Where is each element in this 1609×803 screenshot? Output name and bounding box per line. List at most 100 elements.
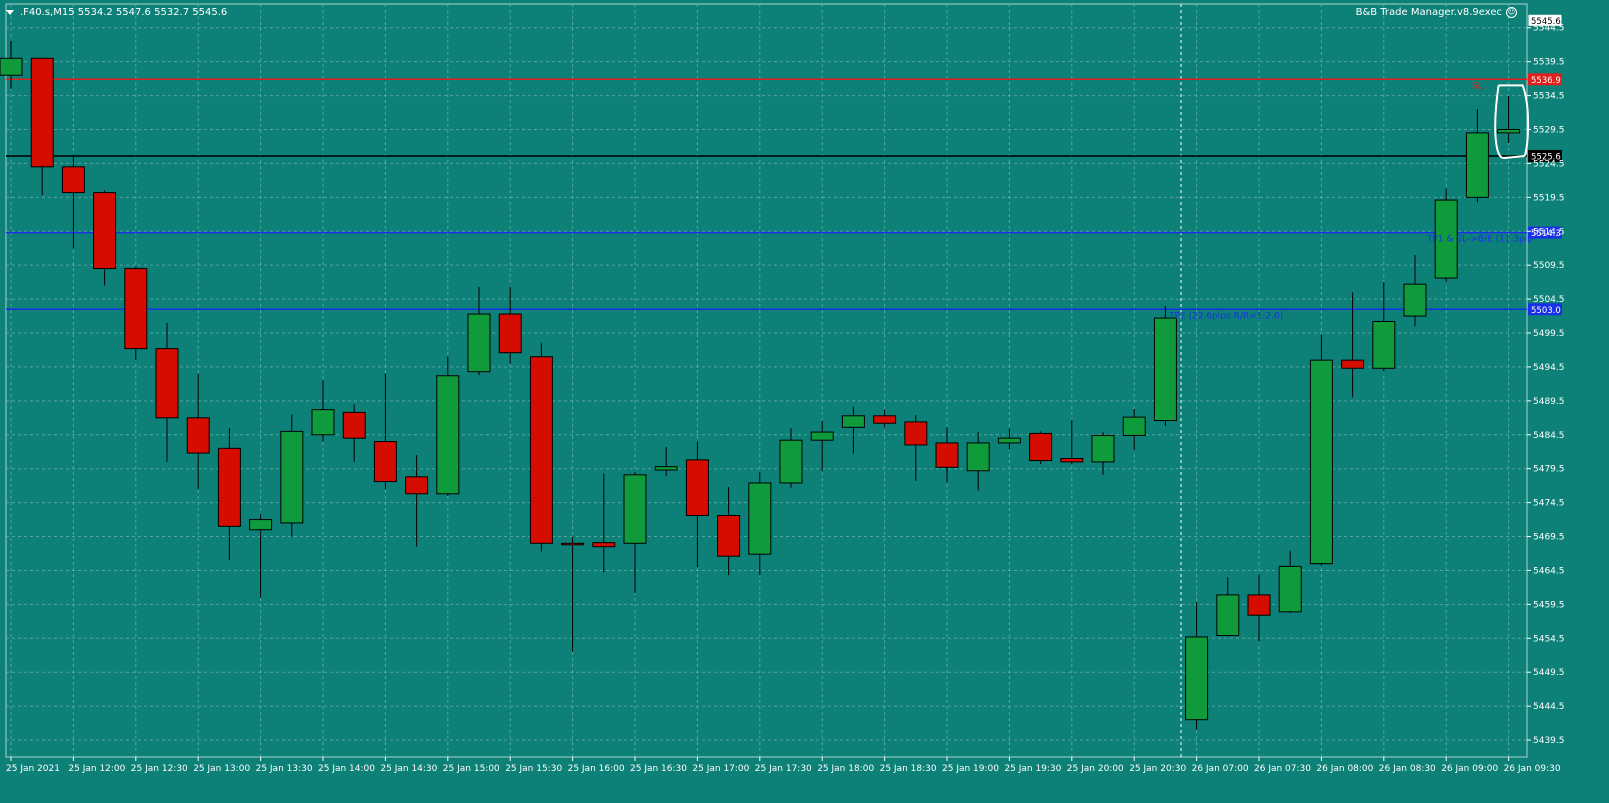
candle-body: [498, 313, 522, 354]
candle-body: [1372, 320, 1396, 369]
candle-body: [623, 474, 647, 544]
x-tick-label: 25 Jan 13:30: [256, 764, 313, 774]
y-tick-label: 5519.5: [1533, 193, 1565, 203]
candle-body: [561, 542, 585, 546]
candle-body: [467, 313, 491, 373]
candle-body: [935, 442, 959, 468]
x-tick-label: 25 Jan 2021: [6, 764, 60, 774]
candlestick-chart[interactable]: 5536.95525.65514.35503.05545.6 5544.5553…: [0, 0, 1609, 803]
y-tick-label: 5499.5: [1533, 329, 1565, 339]
candle-body: [155, 348, 179, 419]
candle-body: [1153, 317, 1177, 422]
candle-body: [373, 441, 397, 483]
y-tick-label: 5474.5: [1533, 499, 1565, 509]
expert-advisor-label[interactable]: B&B Trade Manager.v8.9exec ☺: [1356, 7, 1517, 18]
candle-body: [186, 417, 210, 454]
candle-body: [810, 431, 834, 441]
candle-body: [342, 411, 366, 439]
candle-body: [654, 466, 678, 471]
candle-body: [529, 356, 553, 544]
y-tick-label: 5469.5: [1533, 533, 1565, 543]
candle-body: [966, 442, 990, 472]
x-tick-label: 25 Jan 16:00: [568, 764, 625, 774]
candle-body: [1029, 432, 1053, 462]
chevron-down-icon[interactable]: [6, 10, 14, 15]
y-tick-label: 5489.5: [1533, 397, 1565, 407]
candle-body: [249, 519, 273, 531]
x-tick-label: 26 Jan 08:30: [1379, 764, 1436, 774]
y-tick-label: 5459.5: [1533, 600, 1565, 610]
candle-body: [1309, 359, 1333, 565]
smiley-icon: ☺: [1506, 7, 1517, 18]
x-tick-label: 25 Jan 17:30: [755, 764, 812, 774]
symbol-header[interactable]: .F40.s,M15 5534.2 5547.6 5532.7 5545.6: [6, 7, 227, 18]
candle-body: [30, 57, 54, 168]
candle-body: [405, 476, 429, 495]
candle-body: [1341, 359, 1365, 369]
level-price-label-sl: 5536.9: [1531, 76, 1561, 86]
candle-body: [61, 166, 85, 194]
x-tick-label: 26 Jan 07:00: [1192, 764, 1249, 774]
level-note-sl: SL: [1472, 81, 1483, 91]
symbol-ohlc-text: .F40.s,M15 5534.2 5547.6 5532.7 5545.6: [20, 7, 228, 18]
candle-body: [93, 192, 117, 270]
candle-body: [436, 375, 460, 495]
candle-body: [1060, 458, 1084, 463]
y-tick-label: 5514.5: [1533, 227, 1565, 237]
level-note-tp2: TP2 (22.6pips R/R=1:2.0): [1168, 311, 1283, 321]
candle-body: [1403, 283, 1427, 317]
y-tick-label: 5494.5: [1533, 363, 1565, 373]
x-tick-label: 25 Jan 18:30: [880, 764, 937, 774]
y-tick-label: 5539.5: [1533, 58, 1565, 68]
expert-advisor-name: B&B Trade Manager.v8.9exec: [1355, 7, 1502, 18]
x-tick-label: 25 Jan 14:30: [380, 764, 437, 774]
y-tick-label: 5524.5: [1533, 159, 1565, 169]
x-tick-label: 26 Jan 08:00: [1316, 764, 1373, 774]
y-tick-label: 5534.5: [1533, 92, 1565, 102]
candle-body: [1091, 434, 1115, 463]
candle-body: [1122, 416, 1146, 436]
candle-body: [124, 268, 148, 350]
candle-body: [904, 421, 928, 446]
x-tick-label: 26 Jan 09:00: [1441, 764, 1498, 774]
y-tick-label: 5464.5: [1533, 566, 1565, 576]
candle-body: [1247, 594, 1271, 616]
candle-body: [748, 482, 772, 555]
y-tick-label: 5449.5: [1533, 668, 1565, 678]
y-tick-label: 5439.5: [1533, 736, 1565, 746]
candle-body: [1185, 636, 1209, 721]
y-tick-label: 5529.5: [1533, 126, 1565, 136]
x-tick-label: 25 Jan 12:30: [131, 764, 188, 774]
candle-body: [997, 437, 1021, 444]
y-tick-label: 5484.5: [1533, 431, 1565, 441]
level-price-label-tp2: 5503.0: [1531, 306, 1561, 316]
y-tick-label: 5504.5: [1533, 295, 1565, 305]
x-tick-label: 25 Jan 20:00: [1067, 764, 1124, 774]
y-tick-label: 5544.5: [1533, 24, 1565, 34]
level-note-tp1: TP1 & SL->B/E (11.3pip: [1426, 235, 1533, 245]
x-tick-label: 25 Jan 12:00: [68, 764, 125, 774]
x-tick-label: 25 Jan 18:00: [817, 764, 874, 774]
x-tick-label: 25 Jan 14:00: [318, 764, 375, 774]
candle-body: [717, 514, 741, 557]
y-tick-label: 5444.5: [1533, 702, 1565, 712]
candle-body: [1465, 132, 1489, 198]
y-tick-label: 5454.5: [1533, 634, 1565, 644]
x-tick-label: 25 Jan 16:30: [630, 764, 687, 774]
x-tick-label: 25 Jan 17:00: [692, 764, 749, 774]
x-tick-label: 25 Jan 20:30: [1129, 764, 1186, 774]
y-tick-label: 5479.5: [1533, 465, 1565, 475]
candle-body: [873, 415, 897, 424]
candle-body: [779, 439, 803, 484]
x-tick-label: 25 Jan 15:00: [443, 764, 500, 774]
x-tick-label: 25 Jan 15:30: [505, 764, 562, 774]
candle-body: [311, 409, 335, 436]
x-tick-label: 26 Jan 09:30: [1504, 764, 1561, 774]
plot-background: [0, 0, 1609, 803]
candle-body: [841, 415, 865, 428]
candle-body: [1216, 594, 1240, 637]
candle-body: [592, 542, 616, 548]
x-tick-label: 25 Jan 19:30: [1004, 764, 1061, 774]
candle-body: [0, 57, 23, 76]
x-tick-label: 25 Jan 13:00: [193, 764, 250, 774]
